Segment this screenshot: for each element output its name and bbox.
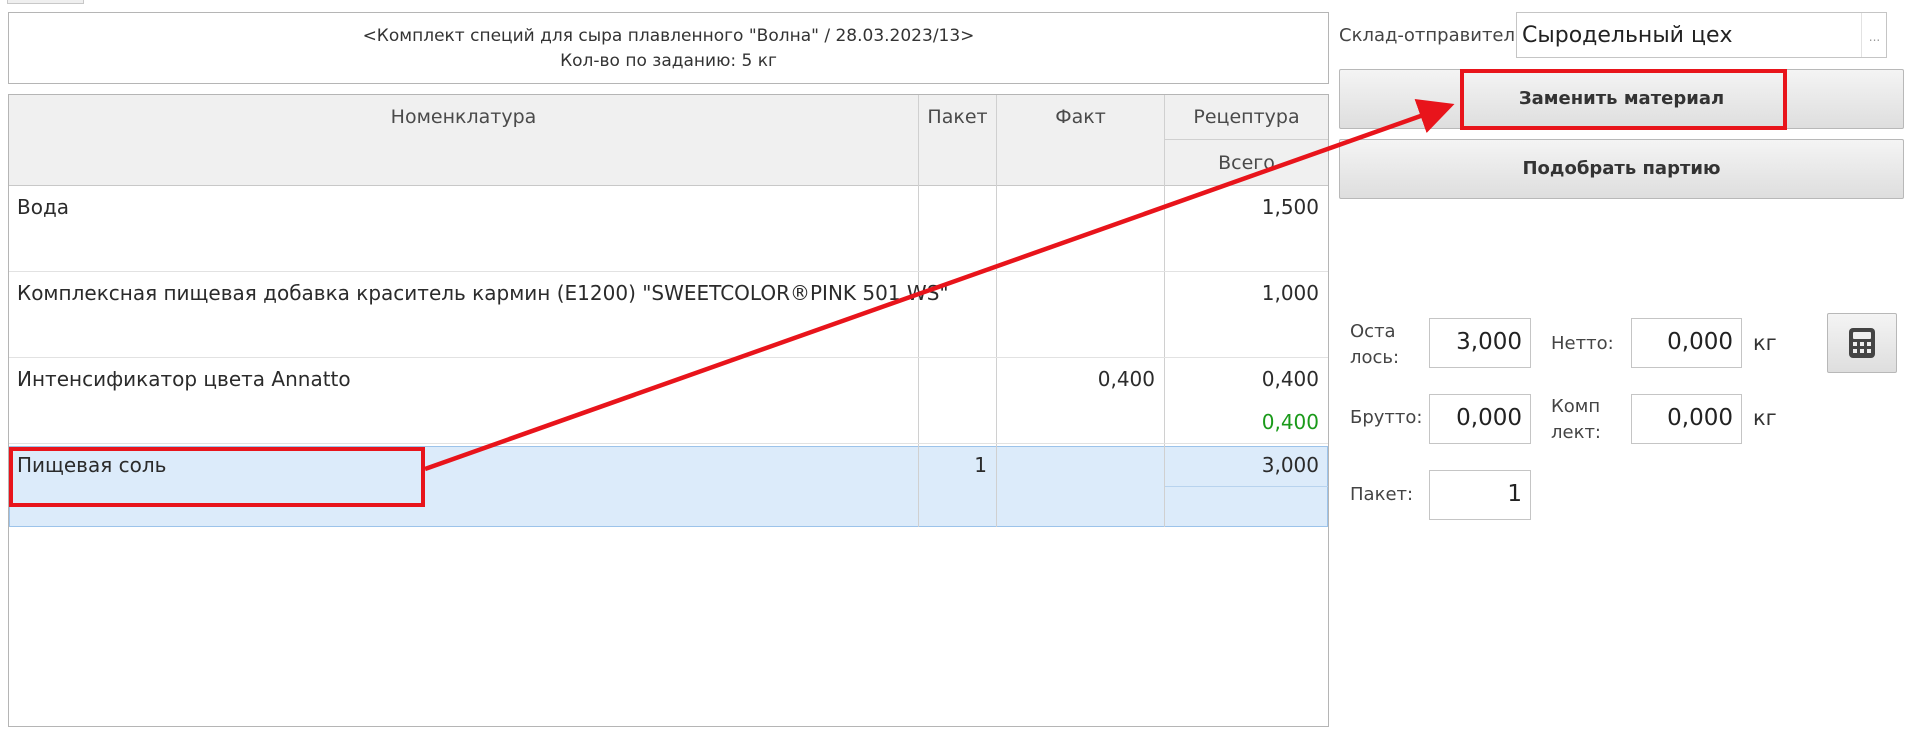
annotation-arrow [424, 99, 1455, 472]
